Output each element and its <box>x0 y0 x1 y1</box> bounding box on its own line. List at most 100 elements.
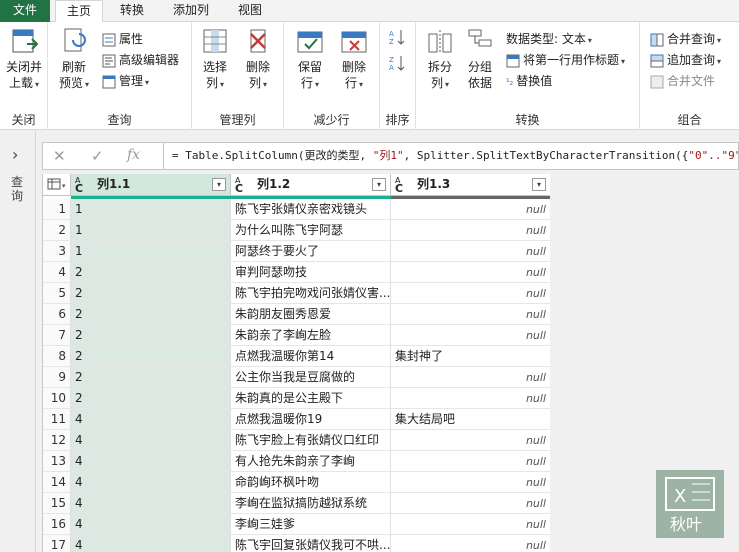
confirm-formula-icon[interactable]: ✓ <box>91 147 104 165</box>
table-row[interactable]: 15 4 李峋在监狱搞防越狱系统 null <box>43 493 550 514</box>
row-number[interactable]: 9 <box>43 367 71 388</box>
cell-col-1[interactable]: 1 <box>71 220 231 241</box>
table-row[interactable]: 17 4 陈飞宇回复张婧仪我可不哄... null <box>43 535 550 552</box>
cell-col-3[interactable]: null <box>391 451 550 472</box>
tab-add-column[interactable]: 添加列 <box>160 0 222 22</box>
cell-col-1[interactable]: 4 <box>71 535 231 552</box>
insert-function-icon[interactable]: fx <box>127 147 140 163</box>
cell-col-1[interactable]: 2 <box>71 262 231 283</box>
group-by-button[interactable]: 分组 依据 <box>462 26 498 91</box>
cell-col-1[interactable]: 1 <box>71 241 231 262</box>
cell-col-1[interactable]: 4 <box>71 409 231 430</box>
row-number[interactable]: 14 <box>43 472 71 493</box>
cell-col-1[interactable]: 2 <box>71 388 231 409</box>
column-3-filter-dropdown-icon[interactable]: ▾ <box>532 178 546 191</box>
keep-rows-button[interactable]: 保留 行 ▾ <box>290 26 330 93</box>
table-row[interactable]: 5 2 陈飞宇拍完吻戏问张婧仪害... null <box>43 283 550 304</box>
combine-files-button[interactable]: 合并文件 <box>650 72 715 90</box>
sort-descending-button[interactable]: ZA <box>389 54 405 72</box>
cell-col-3[interactable]: null <box>391 430 550 451</box>
manage-button[interactable]: 管理 ▾ <box>102 72 149 90</box>
table-row[interactable]: 6 2 朱韵朋友圈秀恩爱 null <box>43 304 550 325</box>
row-number[interactable]: 5 <box>43 283 71 304</box>
column-1-filter-dropdown-icon[interactable]: ▾ <box>212 178 226 191</box>
formula-input[interactable]: = Table.SplitColumn(更改的类型, "列1", Splitte… <box>163 143 738 169</box>
cell-col-2[interactable]: 为什么叫陈飞宇阿瑟 <box>231 220 391 241</box>
cell-col-2[interactable]: 公主你当我是豆腐做的 <box>231 367 391 388</box>
queries-pane-label[interactable]: 查询 <box>11 175 25 203</box>
table-row[interactable]: 1 1 陈飞宇张婧仪亲密戏镜头 null <box>43 199 550 220</box>
remove-columns-button[interactable]: 删除 列 ▾ <box>238 26 278 93</box>
cell-col-1[interactable]: 4 <box>71 430 231 451</box>
sort-ascending-button[interactable]: AZ <box>389 28 405 46</box>
cell-col-3[interactable]: null <box>391 535 550 552</box>
column-header-1[interactable]: AC 列1.1 ▾ <box>71 174 231 196</box>
cell-col-2[interactable]: 阿瑟终于要火了 <box>231 241 391 262</box>
cell-col-1[interactable]: 1 <box>71 199 231 220</box>
cell-col-1[interactable]: 2 <box>71 304 231 325</box>
table-row[interactable]: 4 2 审判阿瑟吻技 null <box>43 262 550 283</box>
cell-col-3[interactable]: null <box>391 283 550 304</box>
close-and-load-button[interactable]: 关闭并 上载 ▾ <box>2 26 46 93</box>
cell-col-3[interactable]: null <box>391 367 550 388</box>
cell-col-2[interactable]: 点燃我温暖你19 <box>231 409 391 430</box>
cell-col-2[interactable]: 命韵峋环枫叶吻 <box>231 472 391 493</box>
cell-col-2[interactable]: 陈飞宇回复张婧仪我可不哄... <box>231 535 391 552</box>
row-number[interactable]: 1 <box>43 199 71 220</box>
tab-file[interactable]: 文件 <box>0 0 50 22</box>
cell-col-3[interactable]: null <box>391 241 550 262</box>
text-type-icon[interactable]: AC <box>235 177 243 195</box>
cell-col-3[interactable]: null <box>391 262 550 283</box>
cell-col-2[interactable]: 有人抢先朱韵亲了李峋 <box>231 451 391 472</box>
tab-transform[interactable]: 转换 <box>108 0 156 22</box>
cell-col-2[interactable]: 李峋三娃爹 <box>231 514 391 535</box>
tab-view[interactable]: 视图 <box>228 0 272 22</box>
cell-col-1[interactable]: 4 <box>71 493 231 514</box>
row-number[interactable]: 17 <box>43 535 71 552</box>
row-number[interactable]: 11 <box>43 409 71 430</box>
cell-col-3[interactable]: 集大结局吧 <box>391 409 550 430</box>
cell-col-3[interactable]: null <box>391 388 550 409</box>
table-row[interactable]: 7 2 朱韵亲了李峋左脸 null <box>43 325 550 346</box>
row-number[interactable]: 8 <box>43 346 71 367</box>
refresh-preview-button[interactable]: 刷新 预览 ▾ <box>54 26 94 93</box>
table-row[interactable]: 2 1 为什么叫陈飞宇阿瑟 null <box>43 220 550 241</box>
cell-col-2[interactable]: 李峋在监狱搞防越狱系统 <box>231 493 391 514</box>
advanced-editor-button[interactable]: 高级编辑器 <box>102 51 179 69</box>
text-type-icon[interactable]: AC <box>75 177 83 195</box>
table-row[interactable]: 9 2 公主你当我是豆腐做的 null <box>43 367 550 388</box>
cell-col-1[interactable]: 4 <box>71 451 231 472</box>
row-number[interactable]: 16 <box>43 514 71 535</box>
table-menu-header[interactable]: ▾ <box>43 174 71 196</box>
table-row[interactable]: 16 4 李峋三娃爹 null <box>43 514 550 535</box>
remove-rows-button[interactable]: 删除 行 ▾ <box>334 26 374 93</box>
table-row[interactable]: 12 4 陈飞宇脸上有张婧仪口红印 null <box>43 430 550 451</box>
table-row[interactable]: 3 1 阿瑟终于要火了 null <box>43 241 550 262</box>
cell-col-2[interactable]: 朱韵真的是公主殿下 <box>231 388 391 409</box>
table-row[interactable]: 8 2 点燃我温暖你第14 集封神了 <box>43 346 550 367</box>
column-header-3[interactable]: AC 列1.3 ▾ <box>391 174 550 196</box>
cell-col-2[interactable]: 审判阿瑟吻技 <box>231 262 391 283</box>
row-number[interactable]: 3 <box>43 241 71 262</box>
cell-col-2[interactable]: 陈飞宇张婧仪亲密戏镜头 <box>231 199 391 220</box>
data-type-dropdown[interactable]: 数据类型: 文本 ▾ <box>506 30 592 48</box>
cell-col-2[interactable]: 陈飞宇拍完吻戏问张婧仪害... <box>231 283 391 304</box>
cell-col-3[interactable]: null <box>391 325 550 346</box>
row-number[interactable]: 6 <box>43 304 71 325</box>
cell-col-2[interactable]: 陈飞宇脸上有张婧仪口红印 <box>231 430 391 451</box>
merge-queries-button[interactable]: 合并查询 ▾ <box>650 30 721 48</box>
cell-col-3[interactable]: null <box>391 304 550 325</box>
cell-col-1[interactable]: 2 <box>71 283 231 304</box>
row-number[interactable]: 4 <box>43 262 71 283</box>
choose-columns-button[interactable]: 选择 列 ▾ <box>196 26 234 93</box>
text-type-icon[interactable]: AC <box>395 177 403 195</box>
table-row[interactable]: 11 4 点燃我温暖你19 集大结局吧 <box>43 409 550 430</box>
cell-col-3[interactable]: null <box>391 472 550 493</box>
row-number[interactable]: 12 <box>43 430 71 451</box>
use-first-row-as-headers-button[interactable]: 将第一行用作标题 ▾ <box>506 51 625 69</box>
row-number[interactable]: 10 <box>43 388 71 409</box>
cell-col-3[interactable]: null <box>391 199 550 220</box>
table-row[interactable]: 10 2 朱韵真的是公主殿下 null <box>43 388 550 409</box>
table-row[interactable]: 14 4 命韵峋环枫叶吻 null <box>43 472 550 493</box>
cell-col-1[interactable]: 2 <box>71 367 231 388</box>
